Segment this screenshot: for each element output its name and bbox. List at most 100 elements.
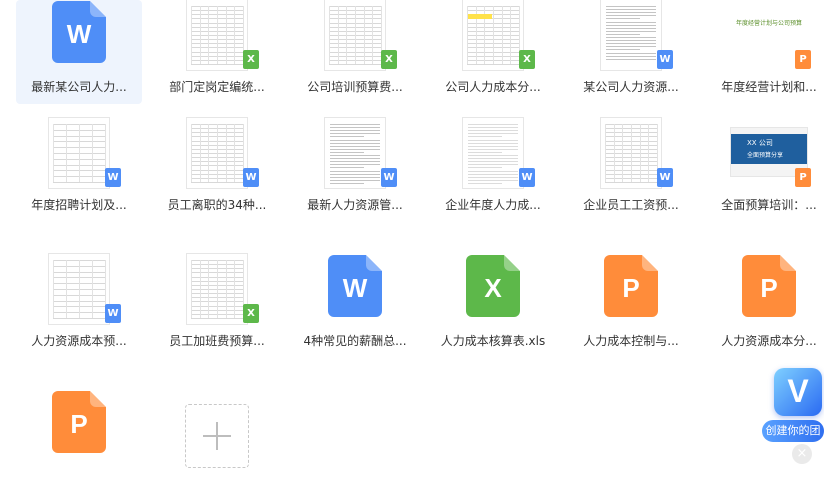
file-name: 4种常见的薪酬总... <box>303 334 407 348</box>
file-name: 某公司人力资源... <box>583 80 679 94</box>
excel-badge-icon: X <box>381 50 397 69</box>
close-icon[interactable]: × <box>792 444 812 464</box>
file-thumbnail: X <box>455 0 535 70</box>
file-preview <box>463 118 523 188</box>
file-preview <box>601 0 661 70</box>
file-thumbnail: 年度经营计划与公司预算 P <box>731 0 811 70</box>
excel-badge-icon: X <box>243 304 259 323</box>
file-thumbnail: P <box>731 254 807 324</box>
preview-title: 年度经营计划与公司预算 <box>735 20 802 27</box>
file-name: 最新某公司人力... <box>31 80 127 94</box>
file-item[interactable]: X 部门定岗定编统... <box>154 0 280 104</box>
file-thumbnail: W <box>179 118 259 188</box>
file-item[interactable]: W 人力资源成本预... <box>16 254 142 358</box>
file-preview <box>601 118 661 188</box>
file-icon-letter: W <box>343 273 368 303</box>
word-badge-icon: W <box>657 50 673 69</box>
file-preview <box>49 118 109 188</box>
file-name: 部门定岗定编统... <box>169 80 265 94</box>
file-name: 人力成本控制与... <box>583 334 679 348</box>
word-badge-icon: W <box>519 168 535 187</box>
file-thumbnail: W <box>593 118 673 188</box>
word-file-icon: W <box>52 1 106 63</box>
file-name: 公司培训预算费... <box>307 80 403 94</box>
file-name: 人力资源成本分... <box>721 334 817 348</box>
file-name: 企业员工工资预... <box>583 198 679 212</box>
file-name: 最新人力资源管... <box>307 198 403 212</box>
promo-label[interactable]: 创建你的团 <box>762 420 824 442</box>
ppt-badge-icon: P <box>795 168 811 187</box>
add-file-button[interactable] <box>185 404 249 468</box>
file-item[interactable]: W 企业员工工资预... <box>568 118 694 222</box>
file-item[interactable]: W 企业年度人力成... <box>430 118 556 222</box>
file-item[interactable]: W 某公司人力资源... <box>568 0 694 104</box>
file-name: 人力资源成本预... <box>31 334 127 348</box>
file-item[interactable]: W 员工离职的34种... <box>154 118 280 222</box>
file-item[interactable]: P <box>16 390 142 494</box>
word-badge-icon: W <box>381 168 397 187</box>
file-item[interactable]: XX 公司全面预算分享 P 全面预算培训：... <box>706 118 824 222</box>
file-thumbnail: W <box>455 118 535 188</box>
file-thumbnail: W <box>317 118 397 188</box>
file-name: 企业年度人力成... <box>445 198 541 212</box>
file-name: 全面预算培训：... <box>721 198 817 212</box>
word-file-icon: W <box>328 255 382 317</box>
file-name: 员工加班费预算... <box>169 334 265 348</box>
file-thumbnail: X <box>317 0 397 70</box>
file-item[interactable]: X 公司培训预算费... <box>292 0 418 104</box>
file-thumbnail: W <box>593 0 673 70</box>
file-thumbnail: X <box>455 254 531 324</box>
file-thumbnail: X <box>179 254 259 324</box>
file-icon-letter: W <box>67 19 92 49</box>
file-icon-letter: X <box>484 273 502 303</box>
file-preview <box>463 0 523 70</box>
preview-subtitle: 全面预算分享 <box>747 152 784 159</box>
v-logo-icon: V <box>774 368 822 416</box>
file-name: 公司人力成本分... <box>445 80 541 94</box>
file-item[interactable]: W 年度招聘计划及... <box>16 118 142 222</box>
create-team-widget[interactable]: V 创建你的团 × <box>762 366 824 466</box>
file-name: 年度经营计划和... <box>721 80 817 94</box>
file-preview <box>187 254 247 324</box>
file-item[interactable]: X 人力成本核算表.xls <box>430 254 556 358</box>
file-icon-letter: P <box>70 409 87 439</box>
file-preview <box>49 254 109 324</box>
file-name: 人力成本核算表.xls <box>440 334 546 348</box>
file-preview <box>325 118 385 188</box>
file-item[interactable]: W 4种常见的薪酬总... <box>292 254 418 358</box>
file-item[interactable]: W 最新人力资源管... <box>292 118 418 222</box>
file-thumbnail: W <box>41 0 117 70</box>
file-item[interactable]: P 人力资源成本分... <box>706 254 824 358</box>
file-item[interactable]: X 公司人力成本分... <box>430 0 556 104</box>
excel-file-icon: X <box>466 255 520 317</box>
file-thumbnail: W <box>41 254 121 324</box>
file-thumbnail: W <box>317 254 393 324</box>
ppt-file-icon: P <box>742 255 796 317</box>
file-grid: W 最新某公司人力... X 部门定岗定编统... X 公司培训预算费... X 公司人力成本… <box>0 0 824 479</box>
file-preview <box>187 0 247 70</box>
promo-logo-letter: V <box>787 373 809 409</box>
ppt-badge-icon: P <box>795 50 811 69</box>
word-badge-icon: W <box>657 168 673 187</box>
file-preview <box>187 118 247 188</box>
file-item[interactable]: P 人力成本控制与... <box>568 254 694 358</box>
file-thumbnail: XX 公司全面预算分享 P <box>731 118 811 188</box>
file-name: 员工离职的34种... <box>167 198 267 212</box>
file-item[interactable]: W 最新某公司人力... <box>16 0 142 104</box>
file-icon-letter: P <box>760 273 777 303</box>
excel-badge-icon: X <box>519 50 535 69</box>
file-thumbnail: P <box>41 390 117 460</box>
file-thumbnail: X <box>179 0 259 70</box>
ppt-file-icon: P <box>52 391 106 453</box>
word-badge-icon: W <box>105 168 121 187</box>
file-icon-letter: P <box>622 273 639 303</box>
file-thumbnail: W <box>41 118 121 188</box>
word-badge-icon: W <box>105 304 121 323</box>
excel-badge-icon: X <box>243 50 259 69</box>
file-item[interactable]: X 员工加班费预算... <box>154 254 280 358</box>
preview-company: XX 公司 <box>747 139 773 147</box>
word-badge-icon: W <box>243 168 259 187</box>
file-preview <box>325 0 385 70</box>
file-item[interactable]: 年度经营计划与公司预算 P 年度经营计划和... <box>706 0 824 104</box>
file-thumbnail: P <box>593 254 669 324</box>
